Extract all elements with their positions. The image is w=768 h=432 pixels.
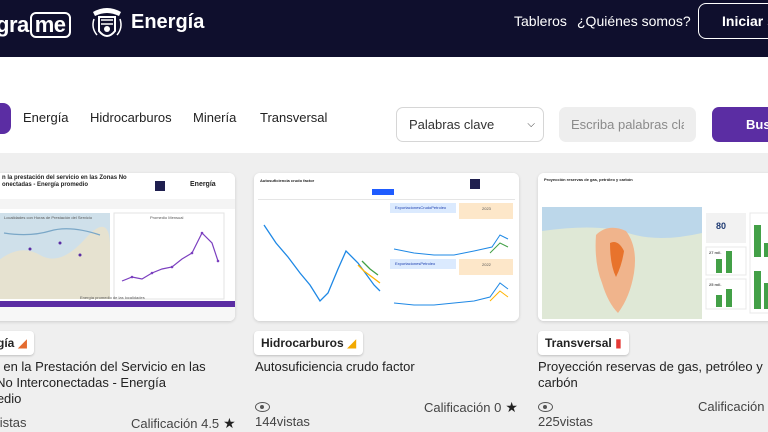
category-badge: gía ◢ [0,331,34,355]
category-badge-label: Transversal [545,336,612,350]
rating[interactable]: Calificación [698,399,764,414]
card-title[interactable]: as en la Prestación del Servicio en las … [0,359,231,407]
rating[interactable]: Calificación 0 ★ [424,399,518,416]
card-title[interactable]: Proyección reservas de gas, petróleo y c… [538,359,768,391]
card-title-text: Proyección reservas de gas, petróleo y c… [538,359,763,390]
tab-hidrocarburos[interactable]: Hidrocarburos [90,110,172,125]
brand-title: Energía [131,11,205,33]
thumbnail-panel1-label: ExportacionesCrudoPetroleo [395,205,447,210]
thumbnail-kpi1: 80 [716,221,727,231]
card-title-text: Autosuficiencia crudo factor [255,359,415,374]
thumbnail-preview [538,173,768,321]
eye-icon [538,402,553,412]
thumbnail-map-label: Localidades con Horas de Prestación del … [4,215,93,220]
views-count: 144vistas [255,399,310,429]
thumbnail-title: n la prestación del servicio en las Zona… [2,175,127,188]
rating-text: Calificación 4.5 [131,416,220,431]
logo-suffix: me [29,12,71,38]
nav-tableros-link[interactable]: Tableros [514,13,567,29]
thumbnail-table-label: Energía promedio de las localidades [80,295,145,300]
thumbnail-kpi2: 27 mil. [709,250,722,255]
search-type-value: Palabras clave [409,117,495,132]
dashboard-thumbnail[interactable]: Proyección reservas de gas, petróleo y c… [538,173,768,321]
category-badge-label: Hidrocarburos [261,336,344,350]
chevron-down-icon: ⌵ [527,119,535,130]
category-badge: Transversal ▮ [538,331,629,355]
category-badge: Hidrocarburos ◢ [254,331,364,355]
views-text: 225vistas [538,414,593,429]
thumbnail-title: Autosuficiencia crudo factor [260,178,315,183]
views-count: 225vistas [538,399,593,429]
site-logo[interactable]: gra me [0,12,71,38]
thumbnail-card2-label: 2022 [482,262,491,267]
views-text: 144vistas [255,414,310,429]
colombia-coat-of-arms-icon [92,8,122,37]
category-badge-label: gía [0,336,15,350]
dashboard-thumbnail[interactable]: n la prestación del servicio en las Zona… [0,173,235,321]
thumbnail-chart-label: Promedio Mensual [150,215,184,220]
views-count: 5vistas [0,415,26,430]
logo-prefix: gra [0,12,29,37]
search-type-select[interactable]: Palabras clave ⌵ [396,107,544,142]
active-category-tab[interactable] [0,103,11,134]
filter-bar: Energía Hidrocarburos Minería Transversa… [0,57,768,153]
category-icon: ◢ [347,336,357,350]
category-icon: ◢ [17,336,27,350]
search-input[interactable] [559,107,696,142]
search-button[interactable]: Bus [712,107,768,142]
rating-text: Calificación 0 [424,400,502,415]
category-icon: ▮ [615,336,622,350]
views-text: 5vistas [0,415,27,430]
star-icon: ★ [223,415,236,431]
nav-about-link[interactable]: ¿Quiénes somos? [577,13,691,29]
thumbnail-card1-label: 2023 [482,206,491,211]
thumbnail-kpi3: 25 mil. [709,282,722,287]
dashboard-thumbnail[interactable]: Autosuficiencia crudo factor Exportacion… [254,173,519,321]
tab-mineria[interactable]: Minería [193,110,236,125]
tab-energia[interactable]: Energía [23,110,69,125]
thumbnail-panel2-label: ExportacionesPetroleo [395,261,436,266]
eye-icon [255,402,270,412]
login-button[interactable]: Iniciar se [698,3,768,39]
card-title-text: as en la Prestación del Servicio en las … [0,359,206,406]
thumbnail-brand: Energía [190,181,216,188]
card-title[interactable]: Autosuficiencia crudo factor [255,359,520,375]
rating-text: Calificación [698,399,765,414]
star-icon: ★ [505,399,518,415]
top-navbar: gra me Energía Tableros ¿Quiénes somos? I… [0,0,768,57]
rating[interactable]: Calificación 4.5 ★ [131,415,236,432]
tab-transversal[interactable]: Transversal [260,110,327,125]
thumbnail-preview [254,173,519,321]
thumbnail-title: Proyección reservas de gas, petróleo y c… [544,177,633,182]
